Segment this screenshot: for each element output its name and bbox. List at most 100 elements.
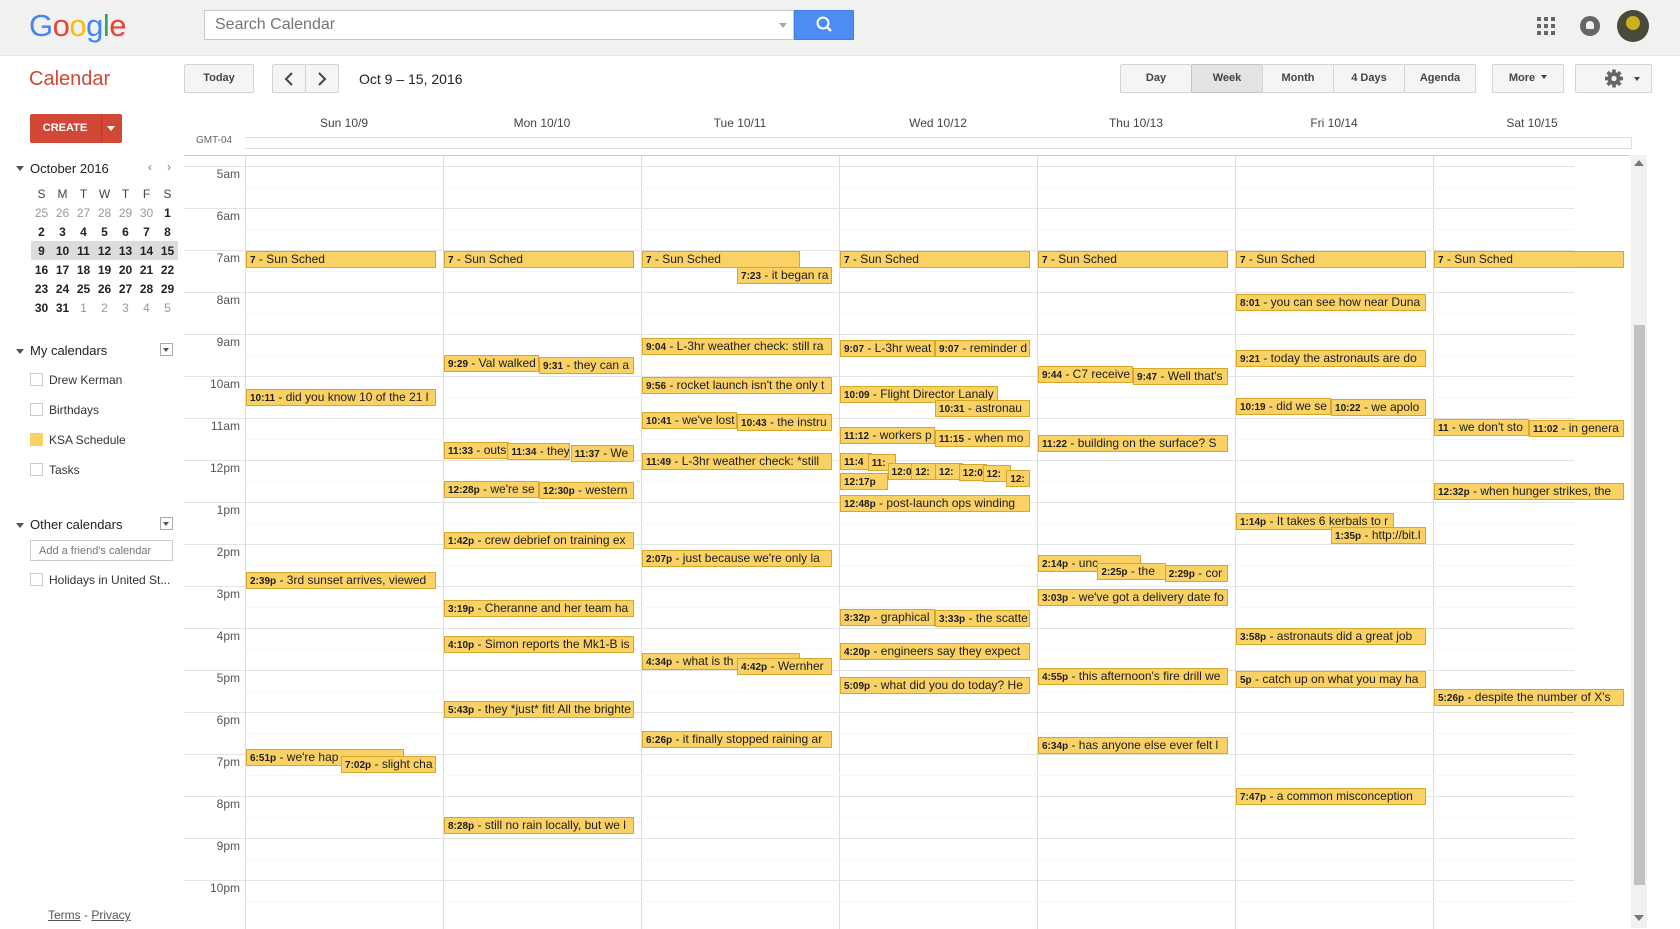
minical-day[interactable]: 5 — [157, 298, 178, 317]
calendar-event[interactable]: 3:03p - we've got a delivery date fo — [1038, 589, 1228, 607]
calendar-event[interactable]: 12:30p - western — [539, 482, 635, 499]
minical-day[interactable]: 11 — [73, 241, 94, 260]
calendar-event[interactable]: 7:02p - slight cha — [341, 756, 437, 774]
calendar-event[interactable]: 11 - we don't sto — [1434, 419, 1529, 436]
collapse-other-calendars-icon[interactable] — [16, 523, 24, 528]
day-header-tue[interactable]: Tue 10/11 — [641, 116, 839, 130]
view-agenda-button[interactable]: Agenda — [1404, 64, 1476, 93]
minical-day[interactable]: 26 — [52, 203, 73, 222]
calendar-event[interactable]: 9:21 - today the astronauts are do — [1236, 349, 1426, 367]
calendar-event[interactable]: 9:56 - rocket launch isn't the only t — [642, 377, 832, 394]
calendar-event[interactable]: 4:10p - Simon reports the Mk1-B is — [444, 636, 634, 654]
settings-button[interactable] — [1575, 64, 1652, 93]
calendar-event[interactable]: 6:26p - it finally stopped raining ar — [642, 731, 832, 749]
calendar-event[interactable]: 2:07p - just because we're only la — [642, 550, 832, 568]
calendar-event[interactable]: 11:49 - L-3hr weather check: *still — [642, 453, 832, 471]
day-header-sat[interactable]: Sat 10/15 — [1433, 116, 1631, 130]
calendar-event[interactable]: 7 - Sun Sched — [840, 251, 1030, 268]
calendar-event[interactable]: 6:34p - has anyone else ever felt l — [1038, 736, 1228, 754]
calendar-event[interactable]: 3:32p - graphical — [840, 609, 935, 627]
other-calendars-title[interactable]: Other calendars — [30, 517, 123, 532]
calendar-event[interactable]: 4:20p - engineers say they expect — [840, 642, 1030, 660]
minical-day[interactable]: 15 — [157, 241, 178, 260]
minical-day[interactable]: 25 — [73, 279, 94, 298]
view-week-button[interactable]: Week — [1191, 64, 1263, 93]
minical-day[interactable]: 5 — [94, 222, 115, 241]
minical-day[interactable]: 9 — [31, 241, 52, 260]
all-day-row[interactable] — [245, 137, 1632, 149]
calendar-event[interactable]: 9:47 - Well that's — [1133, 367, 1229, 385]
scroll-up-icon[interactable] — [1634, 160, 1644, 166]
calendar-event[interactable]: 11:34 - they — [507, 442, 571, 460]
calendar-event[interactable]: 3:19p - Cheranne and her team ha — [444, 600, 634, 618]
calendar-event[interactable]: 9:29 - Val walked — [444, 355, 539, 373]
other-calendars-menu-icon[interactable] — [160, 517, 173, 530]
calendar-event[interactable]: 7 - Sun Sched — [444, 251, 634, 268]
view-4days-button[interactable]: 4 Days — [1333, 64, 1405, 93]
calendar-event[interactable]: 3:58p - astronauts did a great job — [1236, 627, 1426, 645]
calendar-event[interactable]: 2:29p - cor — [1164, 565, 1228, 583]
minical-day[interactable]: 10 — [52, 241, 73, 260]
calendar-event[interactable]: 1:42p - crew debrief on training ex — [444, 532, 634, 550]
scroll-down-icon[interactable] — [1634, 915, 1644, 921]
minical-day[interactable]: 25 — [31, 203, 52, 222]
minical-day[interactable]: 26 — [94, 279, 115, 298]
calendar-event[interactable]: 7 - Sun Sched — [642, 251, 800, 268]
calendar-item-drew-kerman[interactable]: Drew Kerman — [30, 373, 122, 387]
calendar-event[interactable]: 9:04 - L-3hr weather check: still ra — [642, 337, 832, 355]
minical-day[interactable]: 22 — [157, 260, 178, 279]
minical-day[interactable]: 3 — [52, 222, 73, 241]
calendar-event[interactable]: 11:22 - building on the surface? S — [1038, 434, 1228, 452]
my-calendars-title[interactable]: My calendars — [30, 343, 107, 358]
minical-day[interactable]: 3 — [115, 298, 136, 317]
calendar-event[interactable]: 1:35p - http://bit.l — [1331, 527, 1427, 545]
calendar-event[interactable]: 5:26p - despite the number of X's — [1434, 689, 1624, 707]
minical-day[interactable]: 19 — [94, 260, 115, 279]
calendar-event[interactable]: 2:39p - 3rd sunset arrives, viewed — [246, 572, 436, 590]
week-grid[interactable]: 5am 6am 7am 8am 9am 10am 11am 12pm 1pm 2pm 3pm 4pm 5… — [184, 155, 1630, 929]
calendar-event[interactable]: 5:09p - what did you do today? He — [840, 677, 1030, 695]
minical-day[interactable]: 27 — [73, 203, 94, 222]
minical-day[interactable]: 29 — [115, 203, 136, 222]
google-logo[interactable]: Google — [29, 8, 127, 44]
calendar-event[interactable]: 9:31 - they can a — [539, 356, 635, 374]
calendar-event[interactable]: 12:48p - post-launch ops winding — [840, 494, 1030, 512]
more-button[interactable]: More — [1492, 64, 1564, 93]
calendar-event[interactable]: 11:02 - in genera — [1529, 420, 1625, 438]
calendar-event[interactable]: 7:23 - it began ra — [737, 266, 833, 284]
minical-day[interactable]: 24 — [52, 279, 73, 298]
day-header-mon[interactable]: Mon 10/10 — [443, 116, 641, 130]
privacy-link[interactable]: Privacy — [91, 908, 130, 922]
day-header-thu[interactable]: Thu 10/13 — [1037, 116, 1235, 130]
minical-day[interactable]: 2 — [94, 298, 115, 317]
search-button[interactable] — [794, 10, 854, 40]
create-button[interactable]: CREATE — [30, 114, 122, 143]
calendar-item-birthdays[interactable]: Birthdays — [30, 403, 99, 417]
calendar-event[interactable]: 7 - Sun Sched — [1434, 251, 1624, 268]
minical-title[interactable]: October 2016 — [30, 161, 109, 176]
minical-day[interactable]: 4 — [73, 222, 94, 241]
calendar-event[interactable]: 5:43p - they *just* fit! All the brighte — [444, 701, 634, 719]
minical-day[interactable]: 4 — [136, 298, 157, 317]
add-friend-calendar-input[interactable] — [30, 540, 173, 561]
view-day-button[interactable]: Day — [1120, 64, 1192, 93]
calendar-event[interactable]: 10:31 - astronau — [935, 400, 1031, 418]
collapse-minical-icon[interactable] — [16, 166, 24, 171]
calendar-item-holidays[interactable]: Holidays in United St... — [30, 573, 170, 587]
minical-day[interactable]: 6 — [115, 222, 136, 241]
calendar-event[interactable]: 12:32p - when hunger strikes, the — [1434, 483, 1624, 501]
minical-day[interactable]: 1 — [73, 298, 94, 317]
minical-day[interactable]: 14 — [136, 241, 157, 260]
calendar-event[interactable]: 10:41 - we've lost — [642, 411, 737, 429]
calendar-event[interactable]: 10:11 - did you know 10 of the 21 l — [246, 388, 436, 406]
minical-day[interactable]: 16 — [31, 260, 52, 279]
calendar-event[interactable]: 9:07 - reminder d — [935, 340, 1031, 358]
minical-prev-icon[interactable]: ‹ — [148, 160, 152, 174]
scrollbar-thumb[interactable] — [1634, 325, 1645, 885]
minical-day[interactable]: 31 — [52, 298, 73, 317]
search-options-icon[interactable] — [779, 23, 787, 28]
minical-day[interactable]: 18 — [73, 260, 94, 279]
collapse-my-calendars-icon[interactable] — [16, 349, 24, 354]
minical-day[interactable]: 1 — [157, 203, 178, 222]
calendar-event[interactable]: 9:07 - L-3hr weat — [840, 340, 935, 358]
